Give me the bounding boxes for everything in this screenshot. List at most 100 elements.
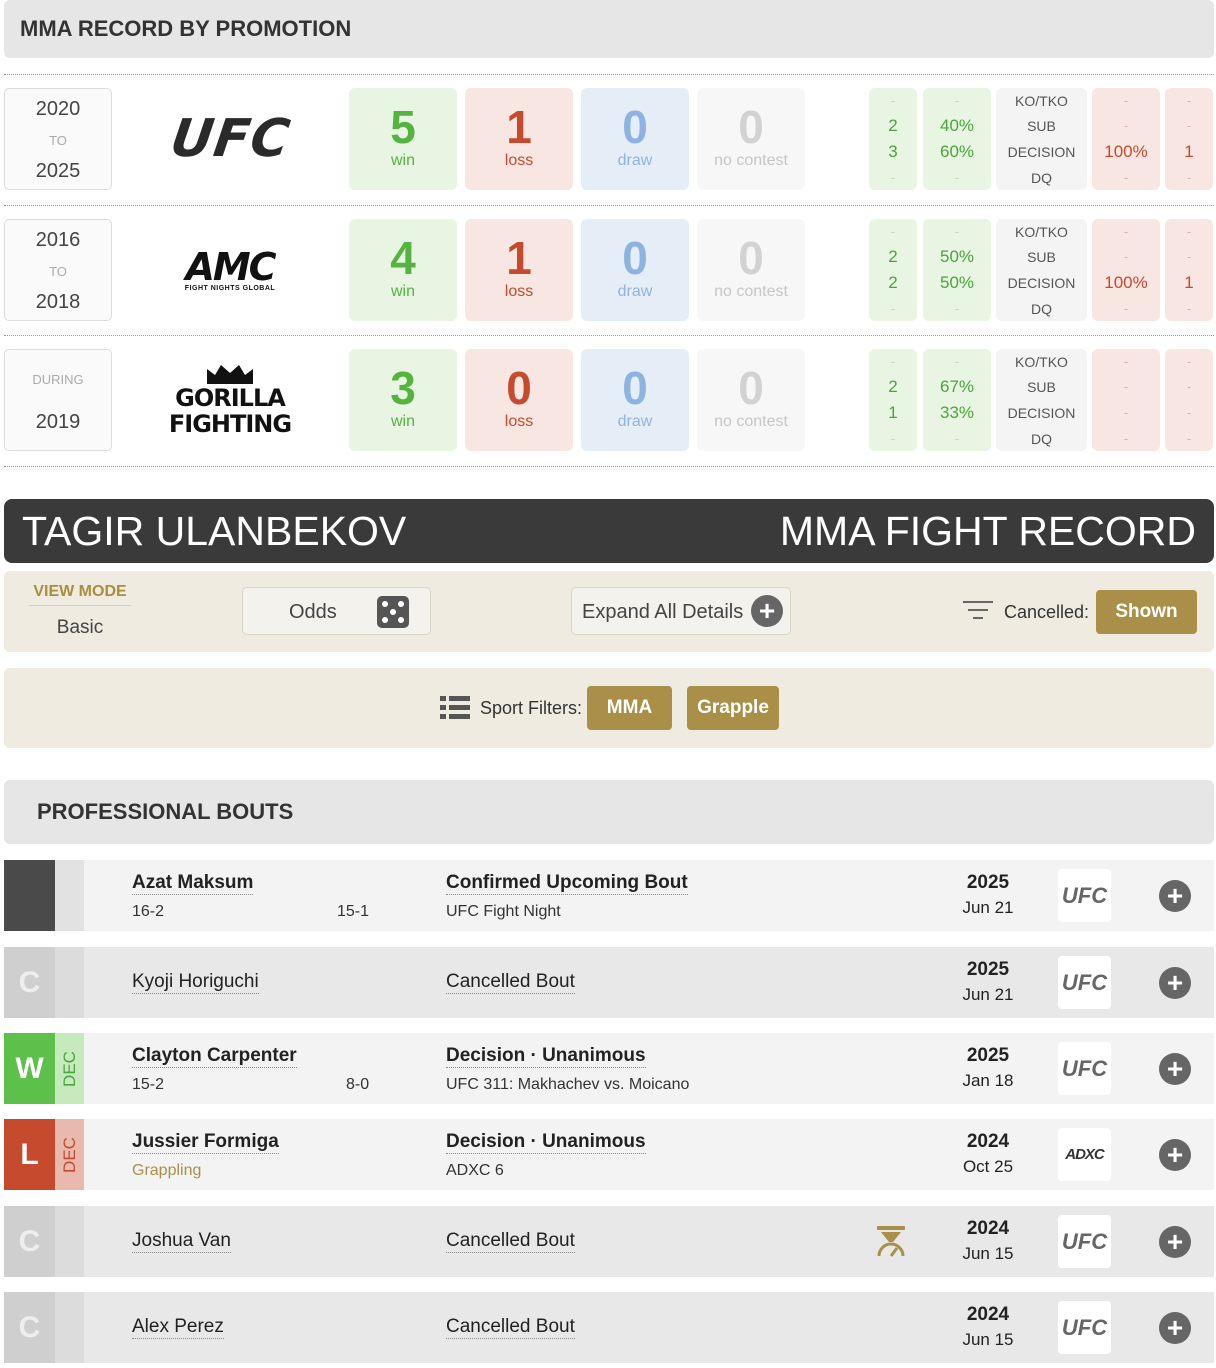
promotion-logo[interactable]: UFC (1058, 1215, 1111, 1268)
method-dq: DQ (1031, 301, 1052, 317)
bout-date: Oct 25 (962, 1157, 1014, 1176)
cell: - (1123, 170, 1129, 185)
result-badge: C (4, 1206, 55, 1277)
cancelled-shown-toggle[interactable]: Shown (1096, 590, 1197, 634)
ufc-logo[interactable]: UFC (150, 88, 310, 190)
sport-filters-bar: Sport Filters: MMA Grapple (4, 668, 1214, 748)
expand-bout-icon[interactable]: + (1159, 967, 1191, 999)
event-name: UFC 311: Makhachev vs. Moicano (446, 1076, 690, 1093)
cell: - (1186, 405, 1192, 420)
cell: - (954, 431, 960, 446)
promotion-logo[interactable]: UFC (1058, 956, 1111, 1009)
no-contest-count: 0 no contest (697, 88, 805, 190)
fighter-record: 16-2 (132, 903, 165, 920)
opponent-link[interactable]: Jussier Formiga (132, 1131, 279, 1154)
loss-method-pcts: - - 100% - (1092, 219, 1160, 321)
divider (4, 74, 1214, 75)
gorilla-fighting-logo[interactable]: GORILLA FIGHTING (150, 349, 310, 451)
bout-row[interactable]: Azat Maksum 16-2 15-1 Confirmed Upcoming… (4, 860, 1214, 931)
filter-icon[interactable] (962, 601, 994, 623)
filter-grapple-button[interactable]: Grapple (687, 686, 779, 730)
opponent-link[interactable]: Alex Perez (132, 1316, 224, 1339)
cell: 100% (1104, 273, 1148, 292)
cell: - (954, 354, 960, 369)
amc-logo[interactable]: AMC FIGHT NIGHTS GLOBAL (150, 219, 310, 321)
bout-row[interactable]: C Joshua Van Cancelled Bout 2024 Jun 15 … (4, 1206, 1214, 1277)
opponent-link[interactable]: Joshua Van (132, 1230, 231, 1253)
method-decision: DECISION (1007, 275, 1076, 291)
cell: - (890, 301, 896, 316)
expand-bout-icon[interactable]: + (1159, 1312, 1191, 1344)
year-during-label: DURING (32, 372, 84, 387)
method-ko: KO/TKO (1015, 93, 1068, 109)
expand-bout-icon[interactable]: + (1159, 1226, 1191, 1258)
divider (4, 335, 1214, 336)
opponent-link[interactable]: Azat Maksum (132, 872, 254, 895)
bout-date: Jan 18 (962, 1071, 1014, 1090)
opponent-link[interactable]: Clayton Carpenter (132, 1045, 297, 1068)
cell: - (890, 354, 896, 369)
draw-number: 0 (622, 101, 648, 153)
bout-row[interactable]: L DEC Jussier Formiga Grappling Decision… (4, 1119, 1214, 1190)
opponent-link[interactable]: Kyoji Horiguchi (132, 971, 259, 994)
bout-row[interactable]: C Kyoji Horiguchi Cancelled Bout 2025 Ju… (4, 947, 1214, 1018)
cell: 50% (939, 273, 975, 292)
cell: 2 (888, 116, 898, 135)
year-single: 2019 (35, 411, 81, 433)
event-name: ADXC 6 (446, 1162, 504, 1179)
bout-row[interactable]: W DEC Clayton Carpenter 15-2 8-0 Decisio… (4, 1033, 1214, 1104)
promotion-logo[interactable]: UFC (1058, 1301, 1111, 1354)
loss-method-counts: - - 1 - (1165, 88, 1213, 190)
win-label: win (390, 152, 415, 169)
cell: 100% (1104, 142, 1148, 161)
promotion-logo[interactable]: ADXC (1058, 1128, 1111, 1181)
bout-row[interactable]: C Alex Perez Cancelled Bout 2024 Jun 15 … (4, 1292, 1214, 1363)
method-decision: DECISION (1007, 144, 1076, 160)
bout-title-link[interactable]: Cancelled Bout (446, 1316, 575, 1339)
cell: 1 (888, 403, 898, 422)
filter-mma-button[interactable]: MMA (587, 686, 672, 730)
method-dq: DQ (1031, 170, 1052, 186)
cell: - (1186, 431, 1192, 446)
bout-title-link[interactable]: Confirmed Upcoming Bout (446, 872, 688, 895)
win-number: 5 (390, 101, 416, 153)
bout-title-link[interactable]: Decision · Unanimous (446, 1131, 646, 1154)
cell: - (1123, 354, 1129, 369)
result-badge: C (4, 1292, 55, 1363)
year-range: 2020 TO 2025 (4, 88, 112, 190)
bout-year: 2025 (966, 959, 1010, 980)
promotion-logo[interactable]: UFC (1058, 869, 1111, 922)
bout-title-link[interactable]: Decision · Unanimous (446, 1045, 646, 1068)
fighter-record: 15-2 (132, 1076, 165, 1093)
method-labels: KO/TKO SUB DECISION DQ (996, 88, 1087, 190)
view-mode-select[interactable]: Basic (29, 617, 131, 639)
cell: 1 (1184, 142, 1194, 161)
year-to: 2025 (35, 160, 81, 182)
bout-title-link[interactable]: Cancelled Bout (446, 971, 575, 994)
promotion-logo-text: UFC (1061, 1228, 1108, 1254)
plus-circle-icon: + (751, 595, 783, 627)
event-name: UFC Fight Night (446, 903, 561, 920)
loss-number: 1 (506, 232, 532, 284)
method-ko: KO/TKO (1015, 224, 1068, 240)
bout-title-link[interactable]: Cancelled Bout (446, 1230, 575, 1253)
draw-count: 0 draw (581, 88, 689, 190)
win-method-counts: - 2 2 - (869, 219, 917, 321)
win-method-counts: - 2 3 - (869, 88, 917, 190)
expand-bout-icon[interactable]: + (1159, 880, 1191, 912)
bout-date: Jun 21 (962, 898, 1014, 917)
expand-bout-icon[interactable]: + (1159, 1139, 1191, 1171)
expand-label: Expand All Details (582, 601, 744, 623)
loss-label: loss (504, 152, 534, 169)
draw-label: draw (617, 413, 653, 430)
promotion-logo[interactable]: UFC (1058, 1042, 1111, 1095)
cell: - (1186, 354, 1192, 369)
draw-number: 0 (622, 232, 648, 284)
expand-all-details-button[interactable]: Expand All Details + (571, 587, 791, 635)
cell: - (890, 431, 896, 446)
method-badge: DEC (55, 1033, 84, 1104)
win-number: 3 (390, 362, 416, 414)
method-sub: SUB (1027, 249, 1056, 265)
expand-bout-icon[interactable]: + (1159, 1053, 1191, 1085)
odds-button[interactable]: Odds (242, 587, 431, 635)
